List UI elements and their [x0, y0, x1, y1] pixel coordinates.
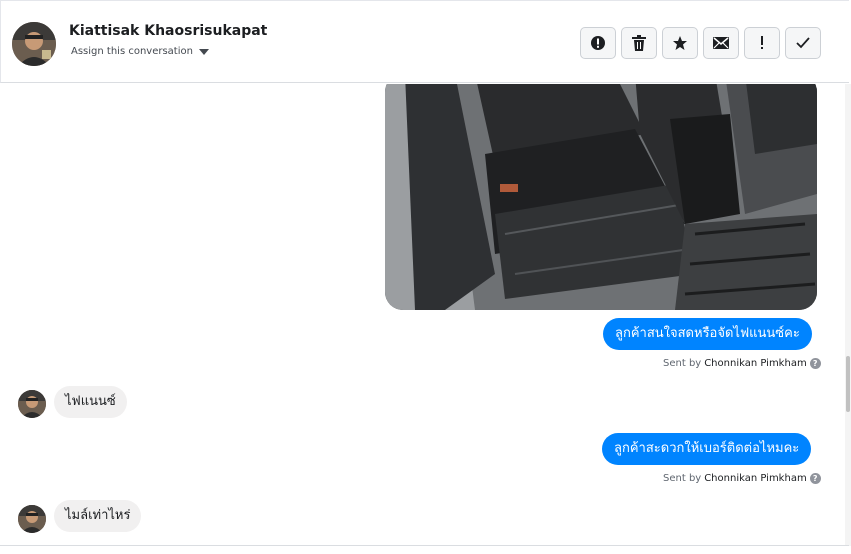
chevron-down-icon: [198, 48, 209, 55]
thread-scrollbar[interactable]: [845, 84, 851, 546]
spam-button[interactable]: [580, 27, 616, 59]
exclamation-circle-icon: [591, 36, 605, 50]
sent-by-label: Sent by Chonnikan Pimkham ?: [663, 358, 821, 369]
mark-unread-button[interactable]: [703, 27, 739, 59]
message-photo[interactable]: [385, 84, 817, 310]
assign-conversation-dropdown[interactable]: Assign this conversation: [71, 46, 209, 57]
trash-icon: [632, 35, 646, 51]
checkmark-icon: [796, 37, 810, 49]
sender-name[interactable]: Chonnikan Pimkham: [704, 473, 806, 484]
star-button[interactable]: [662, 27, 698, 59]
conversation-actions: [580, 27, 821, 59]
exclamation-icon: [761, 36, 763, 49]
sent-by-label: Sent by Chonnikan Pimkham ?: [663, 473, 821, 484]
follow-up-button[interactable]: [744, 27, 780, 59]
star-icon: [673, 36, 687, 50]
sent-by-prefix: Sent by: [663, 473, 702, 484]
incoming-message-bubble[interactable]: ไฟแนนซ์: [54, 386, 127, 418]
incoming-message-bubble[interactable]: ไมล์เท่าไหร่: [54, 500, 142, 532]
outgoing-message-bubble[interactable]: ลูกค้าสะดวกให้เบอร์ติดต่อไหมคะ: [602, 433, 812, 465]
contact-name[interactable]: Kiattisak Khaosrisukapat: [69, 23, 267, 39]
help-icon[interactable]: ?: [809, 358, 821, 369]
contact-avatar[interactable]: [12, 22, 56, 66]
envelope-icon: [713, 37, 729, 49]
mark-done-button[interactable]: [785, 27, 821, 59]
sender-avatar[interactable]: [18, 505, 46, 533]
outgoing-message-bubble[interactable]: ลูกค้าสนใจสดหรือจัดไฟแนนซ์คะ: [603, 318, 812, 350]
scrollbar-thumb[interactable]: [846, 356, 850, 412]
conversation-header: Kiattisak Khaosrisukapat Assign this con…: [0, 0, 849, 83]
help-icon[interactable]: ?: [809, 473, 821, 484]
sender-name[interactable]: Chonnikan Pimkham: [704, 358, 806, 369]
message-thread[interactable]: ลูกค้าสนใจสดหรือจัดไฟแนนซ์คะ Sent by Cho…: [0, 84, 845, 546]
delete-button[interactable]: [621, 27, 657, 59]
sent-by-prefix: Sent by: [663, 358, 702, 369]
assign-label: Assign this conversation: [71, 46, 193, 57]
sender-avatar[interactable]: [18, 390, 46, 418]
